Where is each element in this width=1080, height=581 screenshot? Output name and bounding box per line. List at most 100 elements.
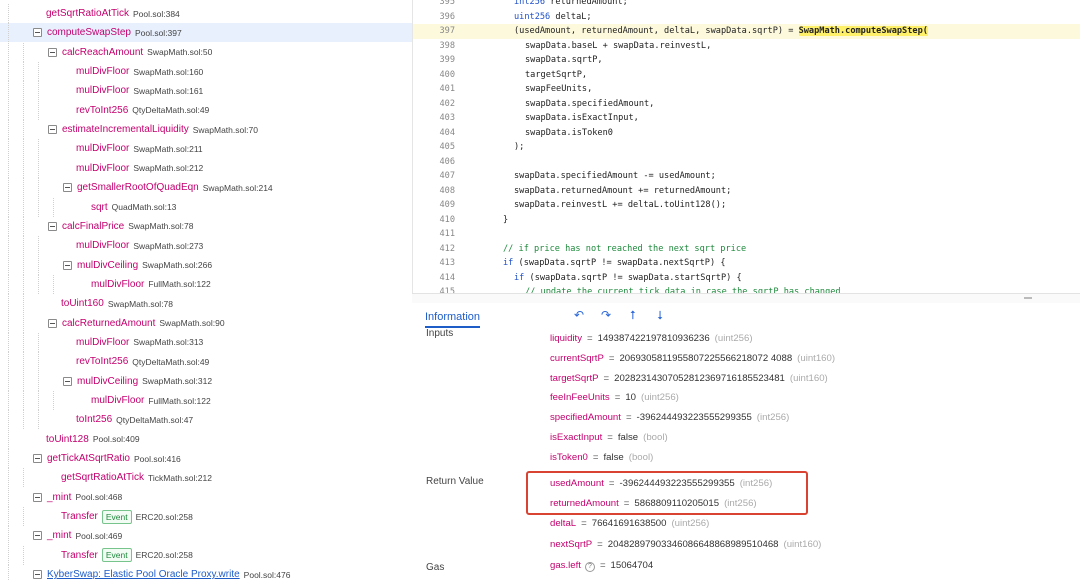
help-icon[interactable]: ? [584,562,595,572]
code-line[interactable]: 408 swapData.returnedAmount += returnedAm… [413,184,1080,199]
source-location[interactable]: Pool.sol:409 [93,434,140,444]
code-line[interactable]: 396 uint256 deltaL; [413,10,1080,25]
code-line[interactable]: 395 int256 returnedAmount; [413,0,1080,10]
function-name[interactable]: mulDivFloor [76,85,129,96]
collapse-toggle-icon[interactable] [33,28,42,38]
line-number[interactable]: 407 [413,171,455,181]
code-line[interactable]: 397 (usedAmount, returnedAmount, deltaL, … [413,24,1080,39]
source-location[interactable]: QuadMath.sol:13 [112,202,177,212]
line-number[interactable]: 411 [413,229,455,239]
trace-row[interactable]: mulDivFloor SwapMath.sol:273 [0,236,412,256]
function-name[interactable]: getSmallerRootOfQuadEqn [77,182,199,193]
line-number[interactable]: 400 [413,70,455,80]
trace-row[interactable]: _mint Pool.sol:469 [0,526,412,546]
collapse-toggle-icon[interactable] [48,221,57,231]
function-name[interactable]: revToInt256 [76,356,128,367]
function-name[interactable]: mulDivCeiling [77,260,138,271]
function-name[interactable]: getTickAtSqrtRatio [47,453,130,464]
line-number[interactable]: 395 [413,0,455,7]
trace-row[interactable]: mulDivFloor SwapMath.sol:212 [0,158,412,178]
trace-row[interactable]: getSqrtRatioAtTick TickMath.sol:212 [0,468,412,488]
code-line[interactable]: 405); [413,140,1080,155]
function-name[interactable]: computeSwapStep [47,27,131,38]
source-location[interactable]: ERC20.sol:258 [136,512,193,522]
trace-row[interactable]: sqrt QuadMath.sol:13 [0,197,412,217]
source-location[interactable]: Pool.sol:469 [75,531,122,541]
function-name[interactable]: toUint160 [61,298,104,309]
trace-row[interactable]: mulDivFloor FullMath.sol:122 [0,391,412,410]
function-name[interactable]: calcFinalPrice [62,221,124,232]
source-location[interactable]: TickMath.sol:212 [148,473,212,483]
function-name[interactable]: mulDivFloor [91,395,144,406]
source-location[interactable]: SwapMath.sol:161 [133,86,203,96]
line-number[interactable]: 398 [413,41,455,51]
code-line[interactable]: 412 // if price has not reached the next … [413,242,1080,257]
source-location[interactable]: SwapMath.sol:313 [133,337,203,347]
line-number[interactable]: 413 [413,258,455,268]
code-line[interactable]: 413 if (swapData.sqrtP != swapData.nextSq… [413,256,1080,271]
function-name[interactable]: mulDivFloor [76,143,129,154]
code-line[interactable]: 406 [413,155,1080,170]
function-name[interactable]: mulDivFloor [91,279,144,290]
source-location[interactable]: QtyDeltaMath.sol:47 [116,415,193,425]
trace-row[interactable]: mulDivFloor SwapMath.sol:211 [0,139,412,159]
source-location[interactable]: SwapMath.sol:273 [133,241,203,251]
line-number[interactable]: 402 [413,99,455,109]
function-name[interactable]: getSqrtRatioAtTick [46,8,129,19]
trace-row[interactable]: getSmallerRootOfQuadEqn SwapMath.sol:214 [0,178,412,198]
code-line[interactable]: 403 swapData.isExactInput, [413,111,1080,126]
source-location[interactable]: SwapMath.sol:70 [193,125,258,135]
line-number[interactable]: 409 [413,200,455,210]
code-line[interactable]: 414 if (swapData.sqrtP != swapData.startS… [413,271,1080,286]
code-line[interactable]: 410} [413,213,1080,228]
function-name[interactable]: Transfer [61,511,98,522]
function-name[interactable]: calcReturnedAmount [62,318,155,329]
source-location[interactable]: SwapMath.sol:214 [203,183,273,193]
source-location[interactable]: SwapMath.sol:78 [128,221,193,231]
code-line[interactable]: 398 swapData.baseL + swapData.reinvestL, [413,39,1080,54]
collapse-toggle-icon[interactable] [48,318,57,328]
source-location[interactable]: SwapMath.sol:212 [133,163,203,173]
code-line[interactable]: 399 swapData.sqrtP, [413,53,1080,68]
line-number[interactable]: 414 [413,273,455,283]
source-location[interactable]: Pool.sol:476 [244,570,291,580]
trace-row[interactable]: estimateIncrementalLiquidity SwapMath.sol… [0,120,412,140]
line-number[interactable]: 408 [413,186,455,196]
source-location[interactable]: Pool.sol:468 [75,492,122,502]
function-name[interactable]: sqrt [91,202,108,213]
line-number[interactable]: 410 [413,215,455,225]
source-location[interactable]: ERC20.sol:258 [136,550,193,560]
step-out-icon[interactable]: ⭡ [626,308,640,322]
trace-row[interactable]: calcReturnedAmount SwapMath.sol:90 [0,313,412,333]
source-location[interactable]: SwapMath.sol:50 [147,47,212,57]
collapse-toggle-icon[interactable] [63,260,72,270]
line-number[interactable]: 403 [413,113,455,123]
trace-row[interactable]: toUint160 SwapMath.sol:78 [0,294,412,314]
function-name[interactable]: mulDivCeiling [77,376,138,387]
step-into-icon[interactable]: ⭣ [653,308,667,322]
code-line[interactable]: 402 swapData.specifiedAmount, [413,97,1080,112]
collapse-toggle-icon[interactable] [63,183,72,193]
source-location[interactable]: FullMath.sol:122 [148,396,210,406]
code-line[interactable]: 404 swapData.isToken0 [413,126,1080,141]
function-name[interactable]: toUint128 [46,434,89,445]
trace-row[interactable]: mulDivFloor FullMath.sol:122 [0,274,412,294]
line-number[interactable]: 405 [413,142,455,152]
function-name[interactable]: toInt256 [76,414,112,425]
trace-row[interactable]: KyberSwap: Elastic Pool Oracle Proxy.wri… [0,565,412,581]
trace-row[interactable]: mulDivCeiling SwapMath.sol:312 [0,371,412,391]
code-line[interactable]: 409 swapData.reinvestL += deltaL.toUint12… [413,198,1080,213]
function-name[interactable]: _mint [47,530,71,541]
source-location[interactable]: Pool.sol:397 [135,28,182,38]
source-location[interactable]: FullMath.sol:122 [148,279,210,289]
collapse-toggle-icon[interactable] [33,492,42,502]
code-line[interactable]: 415// update the current tick data in ca… [413,285,1080,293]
code-line[interactable]: 411 [413,227,1080,242]
source-location[interactable]: SwapMath.sol:312 [142,376,212,386]
trace-row[interactable]: getSqrtRatioAtTick Pool.sol:384 [0,4,412,23]
function-name[interactable]: revToInt256 [76,105,128,116]
line-number[interactable]: 404 [413,128,455,138]
collapse-toggle-icon[interactable] [48,47,57,57]
step-back-icon[interactable]: ↶ [572,308,586,322]
trace-row[interactable]: getTickAtSqrtRatio Pool.sol:416 [0,449,412,469]
